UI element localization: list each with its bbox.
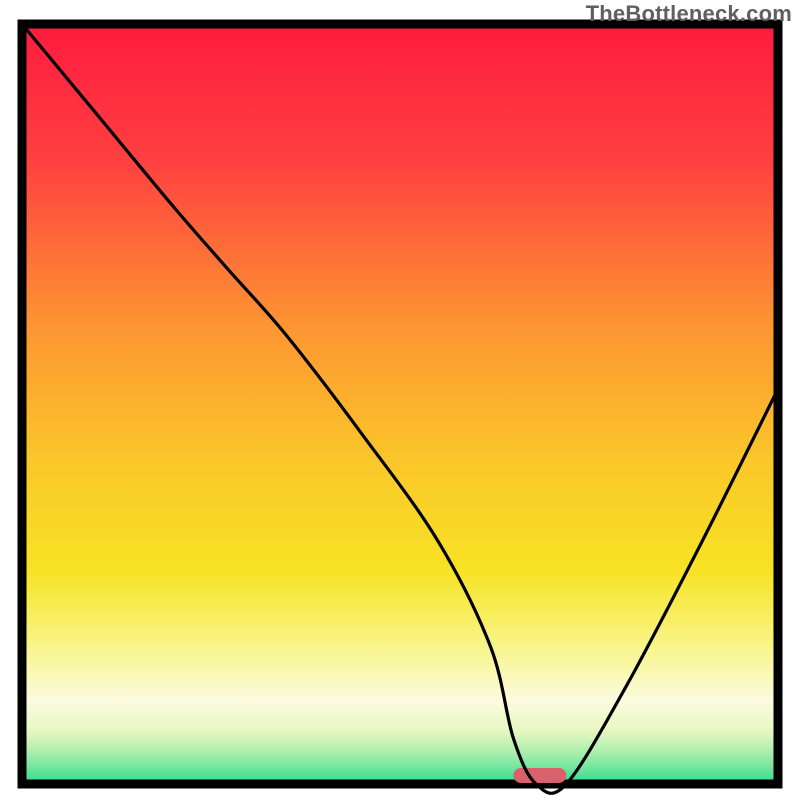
optimal-marker (513, 768, 566, 783)
bottleneck-chart (0, 0, 800, 800)
chart-background (22, 24, 778, 784)
watermark-text: TheBottleneck.com (586, 1, 792, 27)
chart-container: TheBottleneck.com (0, 0, 800, 800)
